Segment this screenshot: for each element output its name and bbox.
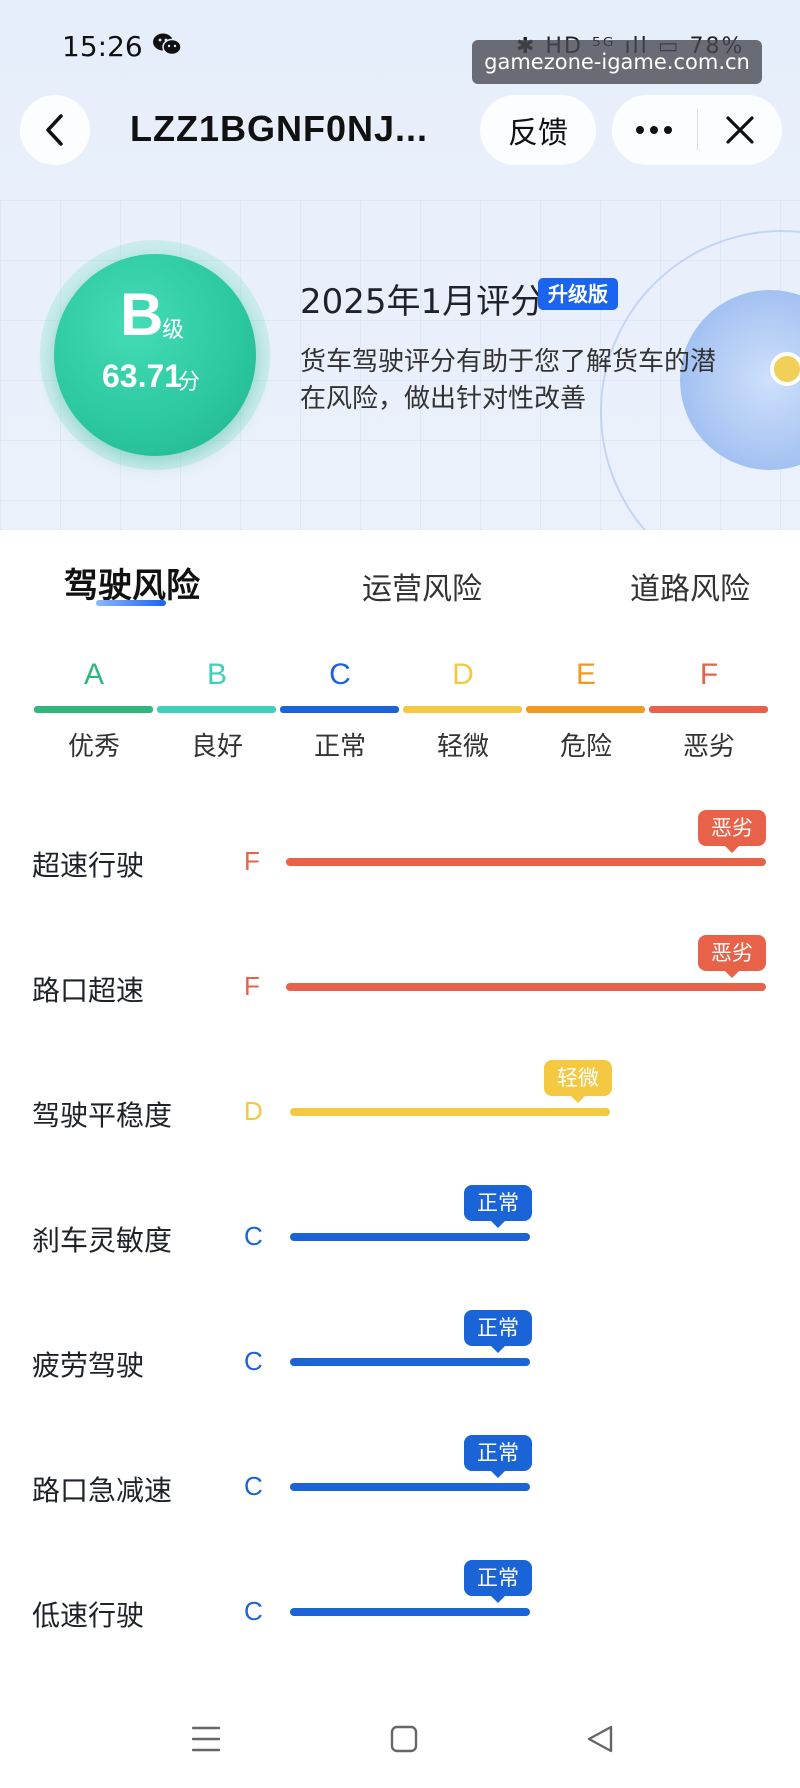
risk-level-bar	[290, 1358, 530, 1366]
chevron-left-icon	[46, 114, 63, 146]
risk-item-grade: F	[244, 846, 260, 876]
risk-item-label: 路口超速	[32, 974, 145, 1007]
risk-item-grade: F	[244, 971, 260, 1001]
risk-level-bar	[290, 1108, 610, 1116]
evaluation-description: 货车驾驶评分有助于您了解货车的潜在风险，做出针对性改善	[300, 347, 717, 414]
risk-level-bar	[286, 858, 766, 866]
legend-color-bar	[649, 706, 768, 713]
legend-grade-label: 危险	[559, 732, 612, 762]
home-square-icon[interactable]	[390, 1724, 418, 1754]
legend-grade-letter: A	[83, 658, 104, 691]
risk-item-grade: C	[244, 1471, 263, 1501]
risk-item-label: 疲劳驾驶	[32, 1349, 145, 1382]
risk-level-bar	[290, 1608, 530, 1616]
watermark: gamezone-igame.com.cn	[472, 40, 762, 84]
feedback-button[interactable]: 反馈	[480, 95, 596, 165]
risk-level-badge: 正常	[464, 1185, 532, 1221]
menu-icon[interactable]	[191, 1724, 221, 1754]
badge-pointer	[491, 1221, 505, 1228]
legend-grade-label: 良好	[190, 732, 243, 762]
badge-pointer	[491, 1596, 505, 1603]
risk-item-label: 路口急减速	[32, 1474, 173, 1507]
risk-level-badge: 正常	[464, 1435, 532, 1471]
risk-level-badge: 正常	[464, 1560, 532, 1596]
wechat-icon	[152, 32, 182, 56]
evaluation-title: 2025年1月评分	[300, 282, 545, 322]
risk-item-grade: D	[244, 1096, 263, 1126]
tab-active-indicator	[96, 600, 166, 606]
tab-road-risk[interactable]: 道路风险	[630, 564, 750, 608]
badge-pointer	[571, 1096, 585, 1103]
page-title: LZZ1BGNF0NJ...	[130, 108, 429, 149]
risk-item-grade: C	[244, 1596, 263, 1626]
badge-pointer	[725, 971, 739, 978]
legend-color-bar	[34, 706, 153, 713]
risk-level-badge: 正常	[464, 1310, 532, 1346]
legend-grade-letter: B	[206, 658, 227, 691]
more-button[interactable]	[612, 95, 696, 165]
risk-level-badge: 轻微	[544, 1060, 612, 1096]
back-button[interactable]	[20, 95, 90, 165]
tab-operation-risk[interactable]: 运营风险	[362, 564, 482, 608]
legend-grade-label: 正常	[313, 732, 366, 762]
grade-score-unit: 分	[178, 370, 201, 395]
risk-item-label: 超速行驶	[32, 849, 145, 882]
status-time: 15:26	[62, 30, 143, 63]
legend-grade-letter: F	[699, 658, 719, 691]
legend-grade-label: 优秀	[67, 732, 120, 762]
risk-level-badge: 恶劣	[698, 935, 766, 971]
risk-level-bar	[286, 983, 766, 991]
more-dots-icon	[636, 126, 672, 134]
dot-decoration	[770, 352, 800, 386]
upgrade-badge: 升级版	[538, 278, 618, 310]
legend-grade-letter: D	[452, 658, 474, 691]
risk-level-badge: 恶劣	[698, 810, 766, 846]
back-triangle-icon[interactable]	[585, 1724, 615, 1754]
grade-letter: B	[120, 281, 164, 348]
legend-grade-label: 轻微	[436, 732, 489, 762]
risk-level-bar	[290, 1483, 530, 1491]
legend-grade-letter: E	[575, 658, 596, 691]
risk-item-label: 驾驶平稳度	[32, 1099, 173, 1132]
legend-grade-label: 恶劣	[682, 732, 735, 762]
risk-item-grade: C	[244, 1221, 263, 1251]
grade-score: 63.71	[102, 358, 183, 394]
legend-color-bar	[526, 706, 645, 713]
badge-pointer	[491, 1471, 505, 1478]
risk-item-grade: C	[244, 1346, 263, 1376]
legend-color-bar	[280, 706, 399, 713]
legend-color-bar	[157, 706, 276, 713]
grade-suffix: 级	[162, 318, 185, 343]
risk-level-bar	[290, 1233, 530, 1241]
badge-pointer	[491, 1346, 505, 1353]
legend-grade-letter: C	[329, 658, 351, 691]
risk-item-label: 低速行驶	[32, 1599, 145, 1632]
close-button[interactable]	[698, 95, 782, 165]
close-icon	[726, 116, 754, 144]
legend-color-bar	[403, 706, 522, 713]
risk-item-label: 刹车灵敏度	[32, 1224, 173, 1257]
badge-pointer	[725, 846, 739, 853]
